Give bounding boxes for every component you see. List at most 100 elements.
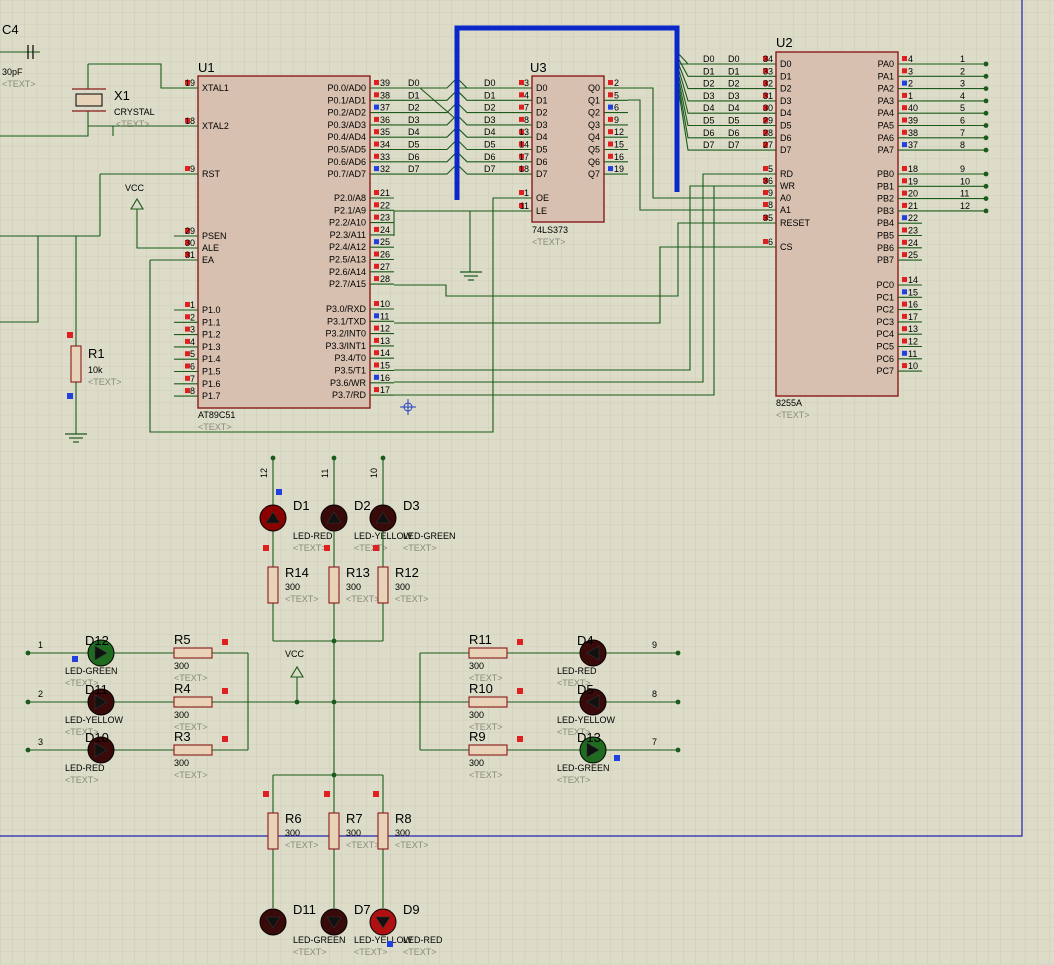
pin-number: 18 bbox=[519, 164, 529, 174]
net-label: 9 bbox=[960, 164, 965, 174]
pin-name: P2.4/A12 bbox=[329, 242, 366, 252]
led-text: <TEXT> bbox=[65, 775, 99, 785]
pin-number: 18 bbox=[908, 164, 918, 174]
pin-number: 33 bbox=[763, 66, 773, 76]
resistor-value: 300 bbox=[346, 582, 361, 592]
pin-name: RST bbox=[202, 169, 221, 179]
pin-name: PC6 bbox=[876, 354, 894, 364]
pin-number: 18 bbox=[185, 116, 195, 126]
net-label: 8 bbox=[960, 140, 965, 150]
u1-net-label: D7 bbox=[408, 164, 420, 174]
pin-name: P0.3/AD3 bbox=[327, 120, 366, 130]
right-net-label: 9 bbox=[652, 640, 657, 650]
pin-name: RESET bbox=[780, 218, 811, 228]
pin-number: 2 bbox=[614, 78, 619, 88]
pin-number: 6 bbox=[768, 237, 773, 247]
net-label: 6 bbox=[960, 116, 965, 126]
pin-name: D1 bbox=[536, 95, 548, 105]
pin-name: P2.2/A10 bbox=[329, 218, 366, 228]
c4-value: 30pF bbox=[2, 67, 23, 77]
resistor-text: <TEXT> bbox=[395, 840, 429, 850]
pin-number: 3 bbox=[908, 66, 913, 76]
net-label: D6 bbox=[484, 152, 496, 162]
pin-name: PB3 bbox=[877, 206, 894, 216]
pin-name: P0.7/AD7 bbox=[327, 169, 366, 179]
pin-name: PB0 bbox=[877, 169, 894, 179]
pin-name: Q1 bbox=[588, 95, 600, 105]
pin-name: P0.0/AD0 bbox=[327, 83, 366, 93]
net-label: D0 bbox=[484, 78, 496, 88]
pin-number: 21 bbox=[908, 201, 918, 211]
pin-name: P3.5/T1 bbox=[334, 366, 366, 376]
pin-number: 23 bbox=[380, 213, 390, 223]
bus-net-label: D1 bbox=[703, 66, 715, 76]
pin-number: 7 bbox=[190, 374, 195, 384]
led-text: <TEXT> bbox=[557, 775, 591, 785]
led-type: LED-YELLOW bbox=[65, 715, 124, 725]
led-ref: D11 bbox=[85, 682, 108, 697]
pin-number: 3 bbox=[190, 325, 195, 335]
pin-number: 39 bbox=[908, 116, 918, 126]
led-ref: D10 bbox=[85, 730, 109, 745]
net-label: 2 bbox=[960, 66, 965, 76]
pin-name: D4 bbox=[536, 132, 548, 142]
u2-ref: U2 bbox=[776, 35, 793, 50]
pin-name: OE bbox=[536, 193, 549, 203]
pin-number: 30 bbox=[763, 103, 773, 113]
pin-number: 28 bbox=[763, 128, 773, 138]
r1-text: <TEXT> bbox=[88, 377, 122, 387]
pin-number: 10 bbox=[380, 299, 390, 309]
led-type: LED-GREEN bbox=[293, 935, 346, 945]
pin-number: 35 bbox=[380, 127, 390, 137]
pin-number: 12 bbox=[380, 324, 390, 334]
pin-name: P0.6/AD6 bbox=[327, 157, 366, 167]
pin-name: P0.2/AD2 bbox=[327, 108, 366, 118]
pin-number: 12 bbox=[614, 127, 624, 137]
resistor-ref: R12 bbox=[395, 565, 419, 580]
resistor-value: 300 bbox=[469, 661, 484, 671]
net-label: D5 bbox=[728, 116, 740, 126]
pin-name: Q2 bbox=[588, 108, 600, 118]
pin-number: 16 bbox=[380, 373, 390, 383]
pin-name: PA2 bbox=[878, 84, 894, 94]
pin-name: PB6 bbox=[877, 243, 894, 253]
pin-name: P2.0/A8 bbox=[334, 193, 366, 203]
pin-number: 14 bbox=[519, 140, 529, 150]
resistor-ref: R9 bbox=[469, 729, 486, 744]
top-net-label: 12 bbox=[259, 468, 269, 478]
pin-name: PC5 bbox=[876, 342, 894, 352]
led-ref: D1 bbox=[293, 498, 310, 513]
pin-number: 22 bbox=[380, 200, 390, 210]
pin-number: 1 bbox=[908, 91, 913, 101]
pin-number: 11 bbox=[380, 311, 389, 321]
led-type: LED-GREEN bbox=[557, 763, 610, 773]
vcc-label-top: VCC bbox=[125, 183, 145, 193]
led-text: <TEXT> bbox=[403, 543, 437, 553]
net-label: 12 bbox=[960, 201, 970, 211]
u1-net-label: D0 bbox=[408, 78, 420, 88]
pin-name: A1 bbox=[780, 205, 791, 215]
pin-name: P3.7/RD bbox=[332, 390, 367, 400]
u1-net-label: D3 bbox=[408, 115, 420, 125]
u3-ref: U3 bbox=[530, 60, 547, 75]
pin-number: 9 bbox=[614, 115, 619, 125]
pin-number: 6 bbox=[190, 362, 195, 372]
pin-name: D4 bbox=[780, 108, 792, 118]
pin-name: P1.3 bbox=[202, 342, 221, 352]
net-label: D3 bbox=[484, 115, 496, 125]
pin-number: 25 bbox=[380, 237, 390, 247]
pin-name: P3.0/RXD bbox=[326, 304, 367, 314]
pin-number: 15 bbox=[380, 361, 390, 371]
u1-chip[interactable]: U1 AT89C51 <TEXT> 19 XTAL118 XTAL29 RST29 PS… bbox=[174, 60, 420, 432]
u1-ref: U1 bbox=[198, 60, 215, 75]
led-ref: D7 bbox=[354, 902, 371, 917]
schematic-canvas[interactable]: D0D1D2D3D4D5D6D7 U1 AT89C51 <TEXT> 19 XTA… bbox=[0, 0, 1054, 965]
top-net-label: 10 bbox=[369, 468, 379, 478]
pin-number: 6 bbox=[614, 103, 619, 113]
pin-number: 13 bbox=[908, 324, 918, 334]
pin-number: 32 bbox=[380, 164, 390, 174]
pin-number: 23 bbox=[908, 226, 918, 236]
resistor-text: <TEXT> bbox=[285, 840, 319, 850]
pin-number: 4 bbox=[524, 90, 529, 100]
pin-number: 38 bbox=[908, 128, 918, 138]
